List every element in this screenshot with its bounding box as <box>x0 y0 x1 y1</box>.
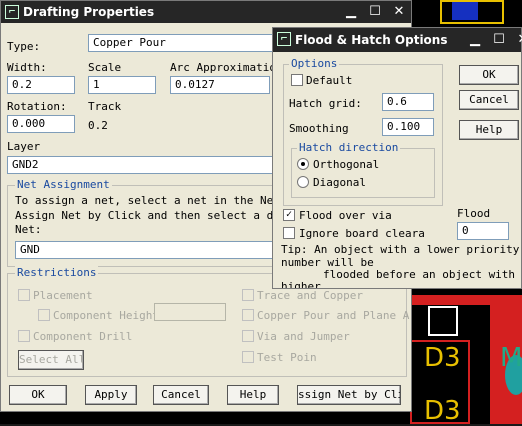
ignore-board-clearance-checkbox[interactable] <box>283 227 295 239</box>
layer-label: Layer <box>7 140 41 153</box>
width-input[interactable]: 0.2 <box>7 76 75 94</box>
placement-checkbox[interactable] <box>18 289 30 301</box>
rotation-label: Rotation: <box>7 100 67 113</box>
cancel-button[interactable]: Cancel <box>459 90 519 110</box>
close-icon[interactable]: ✕ <box>389 3 409 21</box>
select-all-button[interactable]: Select All <box>18 350 84 370</box>
drafting-titlebar[interactable]: ⌐ Drafting Properties ▁ ☐ ✕ <box>1 1 411 23</box>
tip-text: Tip: An object with a lower priority <box>281 243 520 256</box>
ignore-board-clearance-label: Ignore board cleara <box>299 227 425 240</box>
flood-over-via-label: Flood over via <box>299 209 392 222</box>
via-and-jumper-label: Via and Jumper <box>257 330 350 343</box>
component-drill-checkbox[interactable] <box>18 330 30 342</box>
orthogonal-radio[interactable] <box>297 158 309 170</box>
hatch-grid-input[interactable]: 0.6 <box>382 93 434 111</box>
pcb-label: D3 <box>424 343 461 373</box>
track-value: 0.2 <box>88 119 108 132</box>
copper-pour-plane-label: Copper Pour and Plane A <box>257 309 410 322</box>
net-label: Net: <box>15 223 42 236</box>
minimize-icon[interactable]: ▁ <box>341 3 361 21</box>
net-help-text: Assign Net by Click and then select a de… <box>15 209 294 222</box>
via-and-jumper-checkbox[interactable] <box>242 330 254 342</box>
component-height-label: Component Height <box>53 309 159 322</box>
layer-select[interactable]: GND2 <box>7 156 275 174</box>
net-help-text: To assign a net, select a net in the Net… <box>15 194 300 207</box>
smoothing-input[interactable]: 0.100 <box>382 118 434 136</box>
tip-text: higher <box>281 280 321 288</box>
component-height-checkbox[interactable] <box>38 309 50 321</box>
app-icon: ⌐ <box>277 32 291 46</box>
maximize-icon[interactable]: ☐ <box>489 31 509 49</box>
trace-and-copper-checkbox[interactable] <box>242 289 254 301</box>
ok-button[interactable]: OK <box>459 65 519 85</box>
hatch-direction-title: Hatch direction <box>297 141 401 154</box>
flood-titlebar[interactable]: ⌐ Flood & Hatch Options ▁ ☐ ✕ <box>273 28 522 52</box>
pcb-pad <box>452 2 478 20</box>
arc-approximation-input[interactable]: 0.0127 <box>170 76 270 94</box>
flood-over-via-checkbox[interactable]: ✓ <box>283 209 295 221</box>
assign-net-by-click-button[interactable]: ssign Net by Clic <box>297 385 401 405</box>
net-select[interactable]: GND <box>15 241 277 259</box>
flood-priority-label: Flood <box>457 207 491 220</box>
pcb-silkscreen <box>428 306 458 336</box>
copper-pour-plane-checkbox[interactable] <box>242 309 254 321</box>
default-label: Default <box>306 74 353 87</box>
type-select[interactable]: Copper Pour <box>88 34 278 52</box>
arc-approximation-label: Arc Approximation <box>170 61 283 74</box>
diagonal-radio[interactable] <box>297 176 309 188</box>
dialog-title: Flood & Hatch Options <box>295 33 448 47</box>
test-point-label: Test Poin <box>257 351 317 364</box>
cancel-button[interactable]: Cancel <box>153 385 209 405</box>
dialog-title: Drafting Properties <box>23 5 155 19</box>
minimize-icon[interactable]: ▁ <box>465 31 485 49</box>
test-point-checkbox[interactable] <box>242 351 254 363</box>
trace-and-copper-label: Trace and Copper <box>257 289 363 302</box>
hatch-grid-label: Hatch grid: <box>289 97 362 110</box>
net-assignment-title: Net Assignment <box>15 178 112 191</box>
restrictions-title: Restrictions <box>15 266 99 279</box>
app-icon: ⌐ <box>5 5 19 19</box>
diagonal-label: Diagonal <box>313 176 366 189</box>
flood-hatch-options-dialog: ⌐ Flood & Hatch Options ▁ ☐ ✕ Options De… <box>272 27 522 289</box>
pcb-trace <box>410 295 522 305</box>
tip-text: flooded before an object with a <box>323 268 522 281</box>
pcb-label: M <box>500 343 522 373</box>
help-button[interactable]: Help <box>227 385 279 405</box>
scale-label: Scale <box>88 61 122 74</box>
hatch-direction-group <box>291 148 435 198</box>
scale-input[interactable]: 1 <box>88 76 156 94</box>
flood-priority-input[interactable]: 0 <box>457 222 509 240</box>
rotation-input[interactable]: 0.000 <box>7 115 75 133</box>
options-title: Options <box>289 57 340 70</box>
smoothing-label: Smoothing <box>289 122 349 135</box>
track-label: Track <box>88 100 122 113</box>
component-drill-label: Component Drill <box>33 330 133 343</box>
orthogonal-label: Orthogonal <box>313 158 380 171</box>
component-height-input[interactable] <box>154 303 226 321</box>
apply-button[interactable]: Apply <box>85 385 137 405</box>
width-label: Width: <box>7 61 47 74</box>
ok-button[interactable]: OK <box>9 385 67 405</box>
close-icon[interactable]: ✕ <box>513 31 522 49</box>
type-label: Type: <box>7 40 41 53</box>
pcb-label: D3 <box>424 396 461 426</box>
placement-label: Placement <box>33 289 93 302</box>
help-button[interactable]: Help <box>459 120 519 140</box>
default-checkbox[interactable] <box>291 74 303 86</box>
maximize-icon[interactable]: ☐ <box>365 3 385 21</box>
